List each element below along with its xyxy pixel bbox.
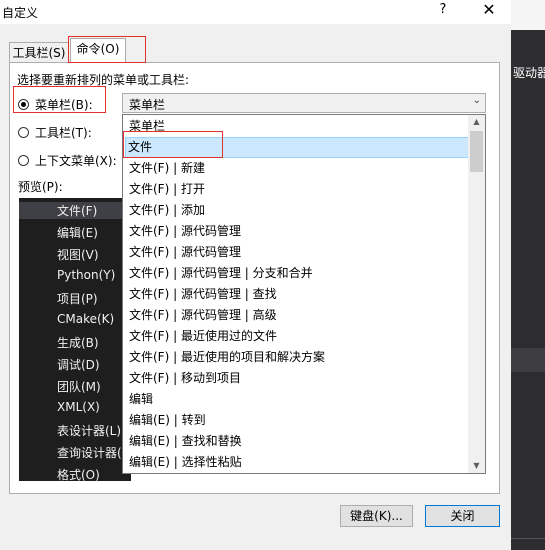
dropdown-item[interactable]: 文件(F) | 打开 [127, 179, 467, 200]
dropdown-item[interactable]: 文件(F) | 源代码管理 | 分支和合并 [127, 263, 467, 284]
preview-item[interactable]: CMake(K) [57, 312, 114, 326]
menu-dropdown-list: 菜单栏 文件 文件(F) | 新建 文件(F) | 打开 文件(F) | 添加 … [122, 114, 486, 474]
keyboard-button[interactable]: 键盘(K)... [340, 505, 413, 527]
background-window [511, 0, 545, 550]
preview-item[interactable]: 视图(V) [57, 246, 99, 263]
help-icon[interactable]: ? [436, 2, 450, 17]
annotation-highlight [13, 86, 106, 113]
select-value: 菜单栏 [129, 98, 166, 112]
radio-indicator[interactable] [18, 155, 29, 166]
annotation-highlight [123, 131, 223, 158]
dropdown-item[interactable]: 文件(F) | 最近使用过的文件 [127, 326, 467, 347]
preview-item[interactable]: 团队(M) [57, 378, 101, 395]
title-bar: 自定义 ? ✕ [0, 0, 511, 24]
radio-indicator[interactable] [18, 127, 29, 138]
dropdown-item[interactable]: 文件(F) | 添加 [127, 200, 467, 221]
dropdown-item[interactable]: 文件(F) | 源代码管理 [127, 242, 467, 263]
annotation-highlight [68, 36, 146, 63]
preview-item[interactable]: 编辑(E) [57, 224, 98, 241]
preview-pane: 文件(F) 编辑(E) 视图(V) Python(Y) 项目(P) CMake(… [19, 198, 131, 481]
background-text: 驱动器 [513, 66, 545, 80]
dropdown-item[interactable]: 编辑(E) | 查找和替换 [127, 431, 467, 452]
background-band [511, 348, 545, 372]
dropdown-item[interactable]: 文件(F) | 最近使用的项目和解决方案 [127, 347, 467, 368]
preview-item[interactable]: 项目(P) [57, 290, 98, 307]
chevron-down-icon[interactable]: ⌄ [473, 95, 481, 106]
background-divider [511, 538, 545, 539]
scroll-down-icon[interactable]: ▼ [468, 461, 485, 470]
radio-context-menu[interactable]: 上下文菜单(X): [18, 152, 117, 169]
dropdown-item[interactable]: 编辑(E) | 选择性粘贴 [127, 452, 467, 473]
dropdown-item[interactable]: 文件(F) | 源代码管理 | 高级 [127, 305, 467, 326]
dropdown-item[interactable]: 编辑 [127, 389, 467, 410]
menu-bar-select[interactable]: 菜单栏 ⌄ [122, 93, 486, 113]
background-titlebar [511, 0, 545, 30]
scroll-up-icon[interactable]: ▲ [468, 117, 485, 126]
close-icon[interactable]: ✕ [478, 0, 500, 19]
close-button[interactable]: 关闭 [425, 505, 500, 527]
scrollbar-thumb[interactable] [470, 131, 483, 172]
dropdown-item[interactable]: 文件(F) | 新建 [127, 158, 467, 179]
preview-item[interactable]: Python(Y) [57, 268, 115, 282]
tab-toolbars[interactable]: 工具栏(S) [9, 42, 69, 63]
dropdown-item[interactable]: 编辑(E) | 转到 [127, 410, 467, 431]
preview-label: 预览(P): [18, 180, 63, 194]
radio-label: 工具栏(T): [35, 126, 92, 140]
preview-item[interactable]: 调试(D) [57, 356, 100, 373]
dropdown-item[interactable]: 文件(F) | 移动到项目 [127, 368, 467, 389]
dialog-title: 自定义 [2, 6, 39, 20]
preview-item[interactable]: 格式(O) [57, 466, 100, 481]
preview-item[interactable]: 查询设计器( [57, 444, 122, 461]
preview-item[interactable]: 生成(B) [57, 334, 99, 351]
preview-item[interactable]: 文件(F) [19, 202, 129, 219]
dropdown-item[interactable]: 文件(F) | 源代码管理 | 查找 [127, 284, 467, 305]
preview-item[interactable]: XML(X) [57, 400, 100, 414]
customize-dialog: 自定义 ? ✕ 工具栏(S) 命令(O) 选择要重新排列的菜单或工具栏: 菜单栏… [0, 0, 511, 550]
radio-label: 上下文菜单(X): [35, 154, 117, 168]
radio-toolbar[interactable]: 工具栏(T): [18, 124, 92, 141]
dropdown-item[interactable]: 文件(F) | 源代码管理 [127, 221, 467, 242]
preview-item[interactable]: 表设计器(L) [57, 422, 121, 439]
